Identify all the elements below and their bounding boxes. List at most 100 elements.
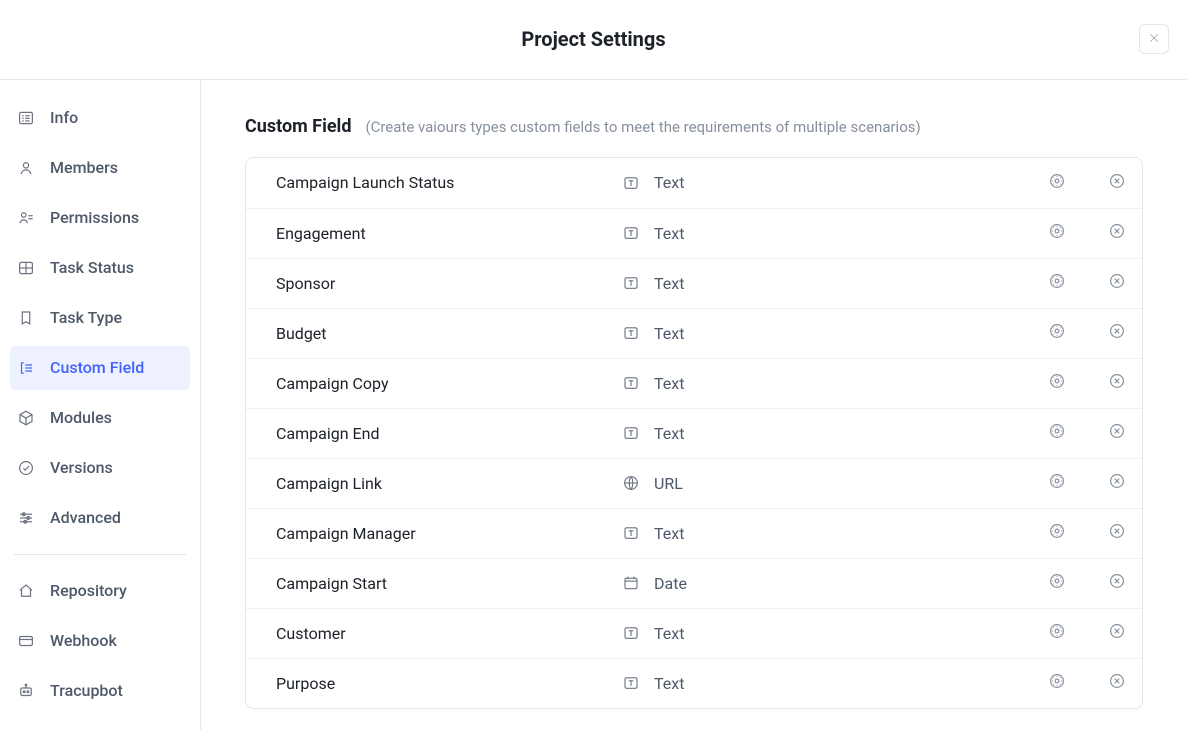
sidebar-item-label: Versions (50, 458, 113, 477)
dialog-title: Project Settings (521, 27, 665, 51)
sidebar-item-task-status[interactable]: Task Status (10, 246, 190, 290)
gear-icon (1048, 472, 1066, 494)
sidebar-item-custom-field[interactable]: Custom Field (10, 346, 190, 390)
delete-circle-icon (1108, 172, 1126, 194)
custom-field-list: Campaign Launch StatusTextEngagementText… (245, 157, 1143, 709)
sidebar-item-label: Repository (50, 581, 127, 600)
custom-field-name: Campaign Start (276, 574, 622, 593)
sidebar-item-modules[interactable]: Modules (10, 396, 190, 440)
field-delete-button[interactable] (1102, 468, 1132, 498)
section-title: Custom Field (245, 116, 351, 137)
field-settings-button[interactable] (1042, 668, 1072, 698)
field-delete-button[interactable] (1102, 618, 1132, 648)
sidebar-item-permissions[interactable]: Permissions (10, 196, 190, 240)
dialog-header: Project Settings (0, 0, 1187, 80)
custom-field-type-label: Text (654, 324, 684, 343)
field-delete-button[interactable] (1102, 568, 1132, 598)
custom-field-name: Campaign Copy (276, 374, 622, 393)
text-field-icon (622, 674, 640, 692)
custom-field-row: PurposeText (246, 658, 1142, 708)
field-delete-button[interactable] (1102, 418, 1132, 448)
permissions-icon (16, 208, 36, 228)
sidebar-item-label: Modules (50, 408, 112, 427)
delete-circle-icon (1108, 322, 1126, 344)
main-scroll[interactable]: Custom Field (Create vaiours types custo… (201, 80, 1187, 730)
info-list-icon (16, 108, 36, 128)
custom-field-name: Customer (276, 624, 622, 643)
sidebar-item-label: Webhook (50, 631, 117, 650)
field-delete-button[interactable] (1102, 218, 1132, 248)
field-settings-button[interactable] (1042, 318, 1072, 348)
sidebar-item-advanced[interactable]: Advanced (10, 496, 190, 540)
delete-circle-icon (1108, 222, 1126, 244)
custom-field-type-label: Text (654, 374, 684, 393)
field-delete-button[interactable] (1102, 668, 1132, 698)
delete-circle-icon (1108, 622, 1126, 644)
sidebar-item-webhook[interactable]: Webhook (10, 619, 190, 663)
field-settings-button[interactable] (1042, 468, 1072, 498)
field-delete-button[interactable] (1102, 368, 1132, 398)
field-settings-button[interactable] (1042, 568, 1072, 598)
custom-field-type: Text (622, 524, 1042, 543)
sidebar-item-members[interactable]: Members (10, 146, 190, 190)
delete-circle-icon (1108, 522, 1126, 544)
field-delete-button[interactable] (1102, 318, 1132, 348)
custom-field-row: Campaign EndText (246, 408, 1142, 458)
field-delete-button[interactable] (1102, 168, 1132, 198)
section-subtitle: (Create vaiours types custom fields to m… (365, 118, 920, 136)
delete-circle-icon (1108, 472, 1126, 494)
custom-field-type: URL (622, 474, 1042, 493)
cube-icon (16, 408, 36, 428)
custom-field-row: BudgetText (246, 308, 1142, 358)
gear-icon (1048, 272, 1066, 294)
gear-icon (1048, 522, 1066, 544)
close-button[interactable] (1139, 24, 1169, 54)
house-icon (16, 581, 36, 601)
custom-field-row: EngagementText (246, 208, 1142, 258)
delete-circle-icon (1108, 572, 1126, 594)
sidebar-item-label: Info (50, 108, 78, 127)
sidebar-item-info[interactable]: Info (10, 96, 190, 140)
custom-field-row: CustomerText (246, 608, 1142, 658)
card-icon (16, 631, 36, 651)
custom-field-type-label: Text (654, 524, 684, 543)
custom-field-type: Text (622, 424, 1042, 443)
custom-field-name: Campaign Manager (276, 524, 622, 543)
field-settings-button[interactable] (1042, 518, 1072, 548)
custom-field-type-label: Text (654, 674, 684, 693)
custom-field-type-label: Text (654, 224, 684, 243)
dialog-body: Info Members Permissions Task Status Task Ty… (0, 80, 1187, 730)
field-settings-button[interactable] (1042, 368, 1072, 398)
gear-icon (1048, 422, 1066, 444)
bookmark-icon (16, 308, 36, 328)
sidebar-item-task-type[interactable]: Task Type (10, 296, 190, 340)
custom-field-type: Text (622, 324, 1042, 343)
sliders-icon (16, 508, 36, 528)
gear-icon (1048, 622, 1066, 644)
bot-icon (16, 681, 36, 701)
gear-icon (1048, 672, 1066, 694)
sidebar-item-repository[interactable]: Repository (10, 569, 190, 613)
field-settings-button[interactable] (1042, 268, 1072, 298)
custom-field-type: Text (622, 624, 1042, 643)
field-delete-button[interactable] (1102, 268, 1132, 298)
text-field-icon (622, 224, 640, 242)
custom-field-row: Campaign StartDate (246, 558, 1142, 608)
custom-field-icon (16, 358, 36, 378)
sidebar-scroll[interactable]: Info Members Permissions Task Status Task Ty… (0, 80, 201, 730)
field-settings-button[interactable] (1042, 618, 1072, 648)
gear-icon (1048, 172, 1066, 194)
delete-circle-icon (1108, 422, 1126, 444)
gear-icon (1048, 222, 1066, 244)
sidebar-item-label: Custom Field (50, 358, 144, 377)
field-settings-button[interactable] (1042, 218, 1072, 248)
text-field-icon (622, 424, 640, 442)
field-delete-button[interactable] (1102, 518, 1132, 548)
custom-field-row: Campaign Launch StatusText (246, 158, 1142, 208)
sidebar-item-versions[interactable]: Versions (10, 446, 190, 490)
sidebar-item-tracupbot[interactable]: Tracupbot (10, 669, 190, 713)
field-settings-button[interactable] (1042, 168, 1072, 198)
text-field-icon (622, 624, 640, 642)
custom-field-type-label: Text (654, 274, 684, 293)
field-settings-button[interactable] (1042, 418, 1072, 448)
